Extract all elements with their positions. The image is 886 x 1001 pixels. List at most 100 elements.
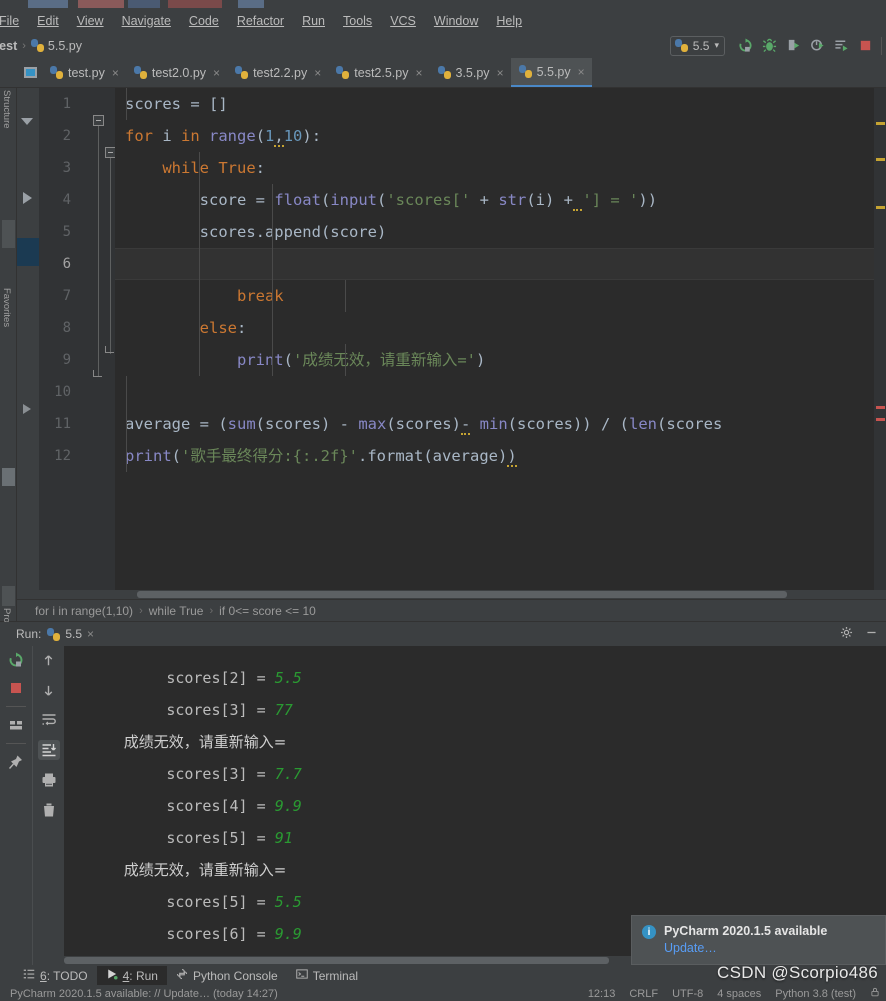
menu-vcs[interactable]: VCS: [381, 11, 425, 31]
status-line-separator[interactable]: CRLF: [629, 988, 658, 1000]
tab-test2-2-py[interactable]: test2.2.py ×: [227, 58, 328, 87]
gutter-collapse-icon[interactable]: [21, 118, 33, 125]
tab-3-5-py[interactable]: 3.5.py ×: [430, 58, 511, 87]
scrollbar-thumb[interactable]: [64, 957, 609, 964]
tab-close-icon[interactable]: ×: [314, 66, 321, 80]
clear-all-icon[interactable]: [38, 800, 60, 820]
run-tab-5-5[interactable]: 5.5 ×: [47, 627, 94, 641]
tool-window-python-console[interactable]: Python Console: [167, 966, 287, 985]
console-line-label: scores[5] =: [166, 829, 275, 847]
status-lock-icon[interactable]: [870, 987, 880, 1000]
tab-close-icon[interactable]: ×: [112, 66, 119, 80]
menu-code-label: Code: [188, 13, 219, 28]
run-tab-close-icon[interactable]: ×: [87, 627, 94, 641]
code-fold-column[interactable]: [79, 88, 116, 590]
title-chrome-bit-2: [78, 0, 124, 8]
run-with-console-icon[interactable]: [829, 35, 853, 57]
code-editor-surface[interactable]: scores = [] for i in range(1,10): while …: [115, 88, 874, 590]
pin-icon[interactable]: [5, 752, 27, 772]
tab-test-py[interactable]: test.py ×: [42, 58, 126, 87]
tab-close-icon[interactable]: ×: [497, 66, 504, 80]
tool-window-number: 6: [40, 968, 47, 983]
editor-horizontal-scrollbar[interactable]: [17, 590, 886, 599]
scrollbar-thumb[interactable]: [137, 591, 787, 598]
fold-tail-while: [110, 158, 111, 354]
menu-edit[interactable]: Edit: [28, 11, 68, 31]
gutter-run-icon[interactable]: [23, 192, 32, 204]
left-strip-label-favorites[interactable]: Favorites: [1, 288, 12, 327]
gear-icon[interactable]: [840, 626, 853, 642]
title-chrome-bit-1: [28, 0, 68, 8]
indent-guide: [272, 184, 273, 376]
breadcrumb-project[interactable]: test: [0, 39, 20, 53]
tab-label: test.py: [68, 65, 105, 80]
breadcrumb-file-label: 5.5.py: [47, 38, 82, 53]
status-indent[interactable]: 4 spaces: [717, 988, 761, 1000]
editor-breadcrumb-item-for[interactable]: for i in range(1,10): [35, 604, 133, 618]
soft-wrap-icon[interactable]: [38, 710, 60, 730]
line-number: 6: [62, 256, 71, 272]
coverage-icon[interactable]: [781, 35, 805, 57]
menu-code[interactable]: Code: [180, 11, 228, 31]
fold-marker-for-loop[interactable]: [93, 115, 104, 126]
rerun-icon[interactable]: [733, 35, 757, 57]
left-strip-label-structure[interactable]: Structure: [1, 90, 12, 129]
layout-icon[interactable]: [5, 715, 27, 735]
editor-breadcrumb-item-if[interactable]: if 0<= score <= 10: [219, 604, 316, 618]
menu-file[interactable]: File: [0, 11, 28, 31]
menu-view[interactable]: View: [68, 11, 113, 31]
menu-run[interactable]: Run: [293, 11, 334, 31]
stripe-warning-mark: [876, 122, 885, 125]
editor-breadcrumb-item-while[interactable]: while True: [149, 604, 204, 618]
tab-test2-0-py[interactable]: test2.0.py ×: [126, 58, 227, 87]
notification-update-link[interactable]: Update…: [664, 941, 827, 955]
arrow-up-icon[interactable]: [38, 650, 60, 670]
status-encoding[interactable]: UTF-8: [672, 988, 703, 1000]
main-area: Structure Favorites Project: [0, 88, 886, 638]
left-tool-window-strip: Structure Favorites Project: [0, 88, 17, 638]
tool-window-todo[interactable]: 6: TODO: [14, 966, 97, 985]
rerun-icon[interactable]: [5, 650, 27, 670]
menu-help[interactable]: Help: [487, 11, 531, 31]
stripe-error-mark: [876, 418, 885, 421]
menu-help-label: Help: [496, 13, 523, 28]
notification-popup[interactable]: i PyCharm 2020.1.5 available Update…: [631, 915, 886, 965]
print-icon[interactable]: [38, 770, 60, 790]
breadcrumb-file[interactable]: 5.5.py: [28, 39, 85, 53]
console-line-value: 9.9: [274, 925, 302, 943]
tab-test2-5-py[interactable]: test2.5.py ×: [328, 58, 429, 87]
gutter-structure-icon[interactable]: [23, 404, 31, 414]
stop-icon[interactable]: [5, 678, 27, 698]
editor-error-stripe[interactable]: [874, 88, 886, 590]
code-line-1: scores = []: [125, 95, 228, 113]
console-line: scores[2] = 5.5: [76, 646, 886, 687]
profile-icon[interactable]: [805, 35, 829, 57]
menu-tools[interactable]: Tools: [334, 11, 381, 31]
tool-window-run[interactable]: 4: Run: [96, 966, 167, 985]
tab-close-icon[interactable]: ×: [578, 65, 585, 79]
scroll-to-end-icon[interactable]: [37, 740, 60, 760]
project-view-toggle-icon[interactable]: [18, 58, 42, 87]
status-caret-position[interactable]: 12:13: [588, 988, 616, 1000]
arrow-down-icon[interactable]: [38, 680, 60, 700]
stop-icon[interactable]: [853, 35, 877, 57]
tool-window-terminal[interactable]: Terminal: [287, 966, 367, 985]
line-number: 7: [62, 288, 71, 304]
menu-navigate[interactable]: Navigate: [113, 11, 180, 31]
debug-icon[interactable]: [757, 35, 781, 57]
minimize-icon[interactable]: [865, 626, 878, 642]
line-number: 2: [62, 128, 71, 144]
tab-5-5-py[interactable]: 5.5.py ×: [510, 58, 592, 87]
status-message[interactable]: PyCharm 2020.1.5 available: // Update… (…: [10, 988, 278, 1000]
editor-body: 1 2 3 4 5 6 7 8 9 10 11 12 scores = [] f…: [17, 88, 886, 590]
tool-window-bar: 6: TODO 4: Run Python Console Terminal: [0, 965, 886, 986]
status-interpreter[interactable]: Python 3.8 (test): [775, 988, 856, 1000]
menu-window[interactable]: Window: [425, 11, 487, 31]
code-line-9: print('成绩无效，请重新输入='): [236, 351, 486, 369]
run-tab-label: 5.5: [65, 627, 83, 641]
tab-close-icon[interactable]: ×: [415, 66, 422, 80]
tab-close-icon[interactable]: ×: [213, 66, 220, 80]
run-configuration-selector[interactable]: 5.5 ▾: [669, 35, 725, 56]
menu-refactor[interactable]: Refactor: [228, 11, 293, 31]
gutter-annotation-column[interactable]: [17, 88, 39, 590]
